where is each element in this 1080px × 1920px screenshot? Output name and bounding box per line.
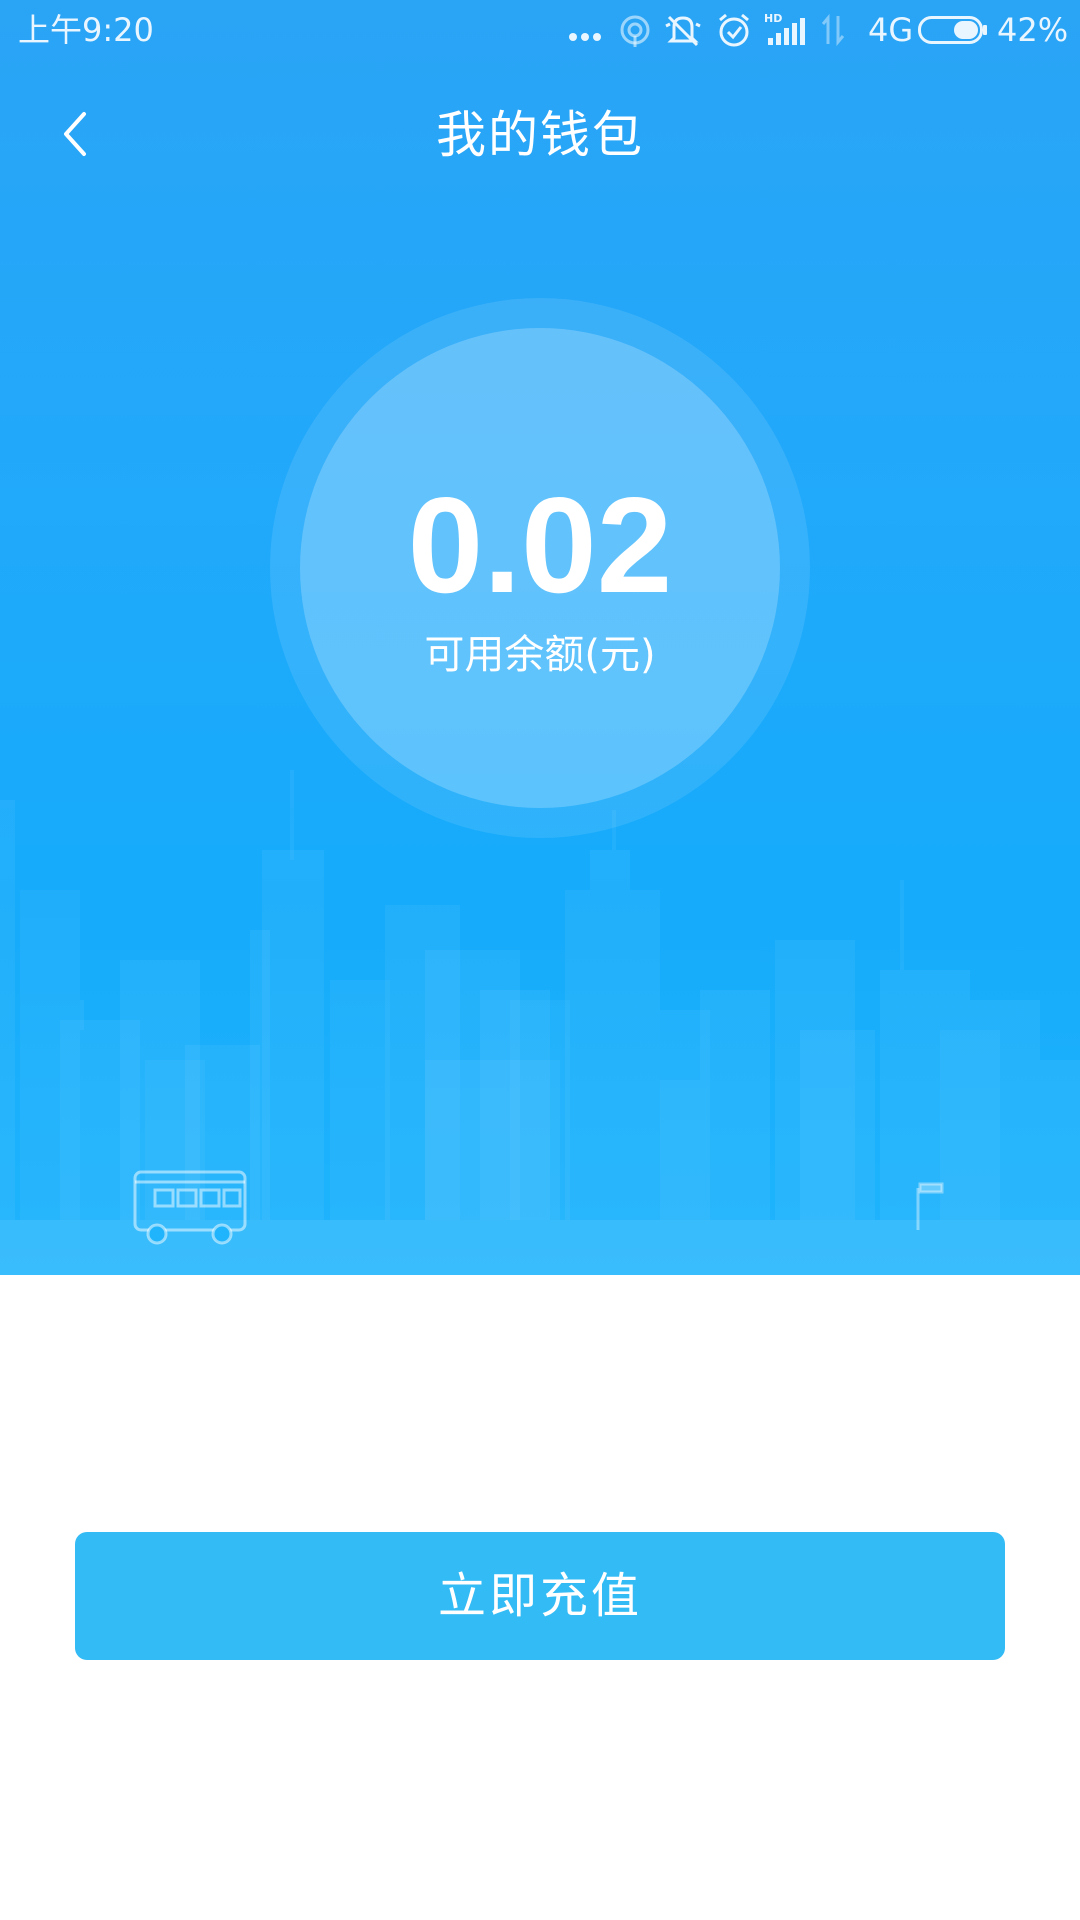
mute-icon: [665, 15, 701, 47]
balance-amount: 0.02: [407, 469, 673, 621]
wallet-screen: 上午9:20 HD 4G 42% 我的钱包 0.02 可用余额(元) 立即充值: [0, 0, 1080, 1920]
status-time: 上午9:20: [18, 11, 154, 49]
more-dots-icon: [569, 33, 601, 41]
status-bar: 上午9:20 HD 4G 42%: [0, 0, 1080, 62]
hd-signal-icon: HD: [764, 12, 805, 45]
battery-icon: [918, 16, 987, 44]
data-arrows-icon: [821, 14, 845, 46]
hotspot-icon: [620, 15, 650, 47]
page-title: 我的钱包: [436, 106, 644, 164]
recharge-button[interactable]: 立即充值: [75, 1532, 1005, 1660]
network-type: 4G: [868, 11, 914, 49]
alarm-icon: [719, 13, 749, 47]
svg-text:HD: HD: [764, 12, 782, 25]
battery-percent: 42%: [997, 11, 1069, 49]
hero-background: 上午9:20 HD 4G 42% 我的钱包 0.02 可用余额(元): [0, 0, 1080, 1275]
balance-label: 可用余额(元): [424, 632, 656, 678]
